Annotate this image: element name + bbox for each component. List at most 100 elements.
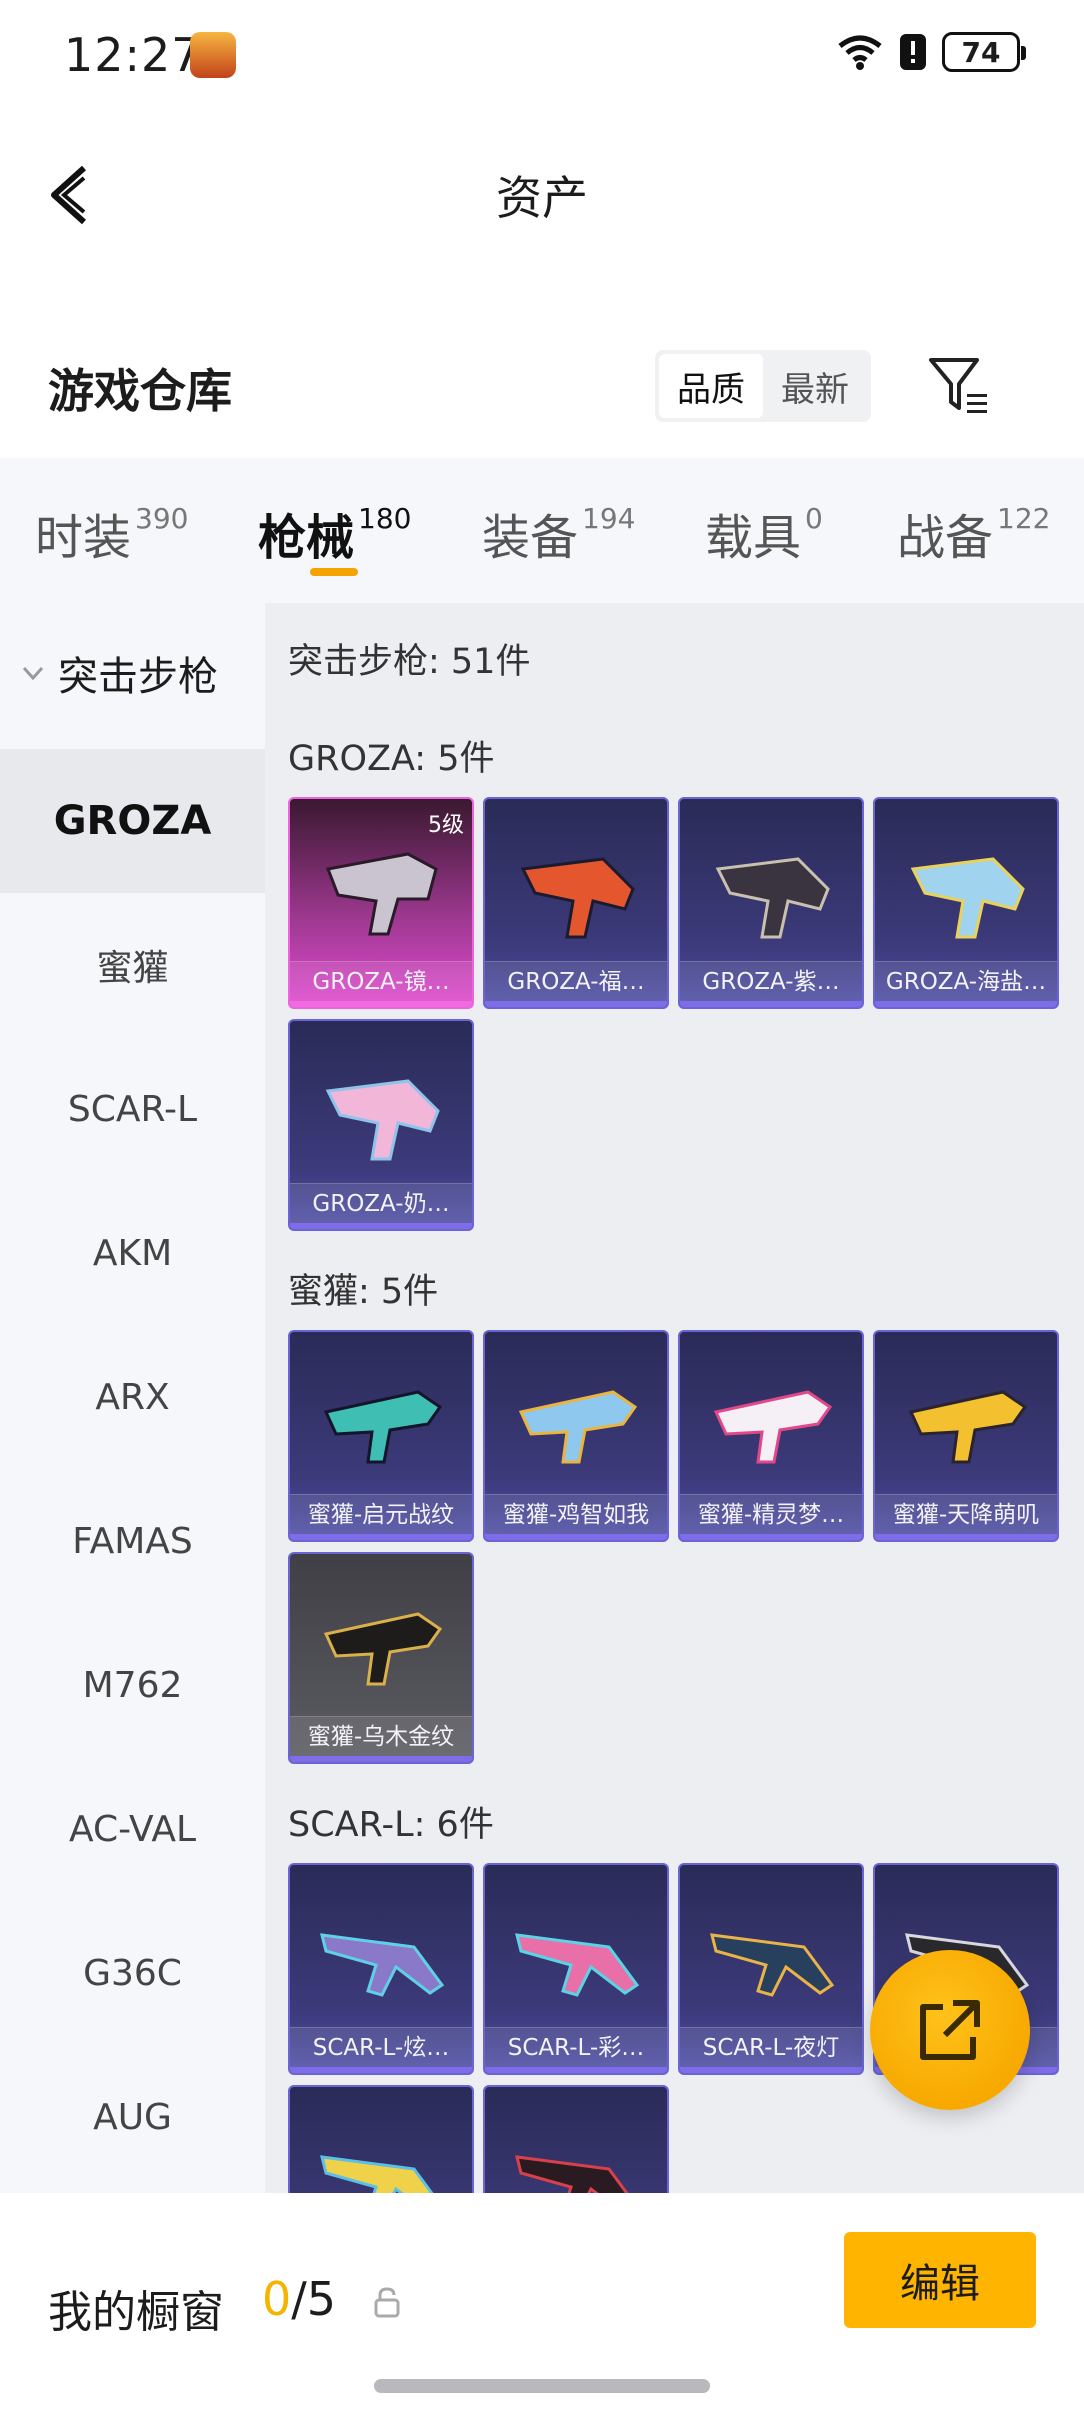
tab-guns[interactable]: 枪械 180 (258, 498, 411, 568)
rarity-bar (485, 2067, 667, 2073)
weapon-card[interactable]: 蜜獾-启元战纹 (288, 1330, 474, 1542)
sidebar-group-assault-rifle[interactable]: 突击步枪 (0, 633, 265, 713)
weapon-card[interactable] (483, 2085, 669, 2193)
status-icons: 74 (836, 32, 1026, 72)
sort-newest-button[interactable]: 最新 (763, 354, 867, 418)
weapon-card[interactable] (288, 2085, 474, 2193)
gun-icon (520, 857, 635, 939)
rarity-bar (680, 1001, 862, 1007)
sidebar-item-famas[interactable]: FAMAS (0, 1469, 265, 1613)
weapon-card[interactable]: SCAR-L-炫… (288, 1863, 474, 2075)
tab-supplies[interactable]: 战备 122 (897, 498, 1050, 568)
header: 资产 (0, 140, 1084, 250)
sidebar-item-aug[interactable]: AUG (0, 2045, 265, 2189)
weapon-name: 蜜獾-鸡智如我 (485, 1494, 667, 1534)
gun-icon (713, 1390, 833, 1464)
gun-icon (325, 1079, 440, 1161)
gun-icon (320, 2155, 434, 2193)
tab-count: 194 (582, 502, 636, 535)
weapon-name: GROZA-镜… (290, 961, 472, 1001)
weapon-name: GROZA-紫… (680, 961, 862, 1001)
section-title: 蜜獾: 5件 (288, 1272, 439, 1312)
lock-icon (374, 2287, 400, 2318)
weapon-name: GROZA-奶… (290, 1183, 472, 1223)
sidebar-item-scar-l[interactable]: SCAR-L (0, 1037, 265, 1181)
rarity-bar (290, 1534, 472, 1540)
tab-count: 122 (997, 502, 1051, 535)
showcase-count: 0/5 (262, 2272, 336, 2326)
weapon-card[interactable]: 蜜獾-天降萌叽 (873, 1330, 1059, 1542)
gun-icon (515, 2155, 629, 2193)
gun-icon (325, 852, 438, 936)
rarity-bar (290, 2067, 472, 2073)
rarity-bar (485, 1534, 667, 1540)
rarity-bar (485, 1001, 667, 1007)
rarity-bar (680, 2067, 862, 2073)
gun-icon (710, 1933, 835, 1997)
tab-count: 0 (805, 502, 823, 535)
weapon-name: SCAR-L-彩… (485, 2027, 667, 2067)
gun-icon (518, 1390, 638, 1464)
wifi-icon (838, 35, 882, 70)
edit-button[interactable]: 编辑 (844, 2232, 1036, 2328)
weapon-card[interactable]: GROZA-紫… (678, 797, 864, 1009)
weapon-name: 蜜獾-天降萌叽 (875, 1494, 1057, 1534)
weapon-card[interactable]: 蜜獾-精灵梦… (678, 1330, 864, 1542)
share-button[interactable] (870, 1950, 1030, 2110)
showcase-count-current: 0 (262, 2272, 292, 2326)
app-notification-icon (190, 32, 236, 78)
alert-icon (900, 34, 926, 70)
gun-icon (515, 1933, 640, 1997)
sidebar-item-ac-val[interactable]: AC-VAL (0, 1757, 265, 1901)
rarity-bar (875, 1001, 1057, 1007)
sidebar-item-m762[interactable]: M762 (0, 1613, 265, 1757)
sort-quality-button[interactable]: 品质 (659, 354, 763, 418)
weapon-card[interactable]: 蜜獾-鸡智如我 (483, 1330, 669, 1542)
weapon-name: GROZA-海盐… (875, 961, 1057, 1001)
showcase-count-total: /5 (291, 2272, 337, 2326)
weapon-card[interactable]: GROZA-奶… (288, 1019, 474, 1231)
category-title: 突击步枪: 51件 (288, 642, 531, 682)
sidebar-item-arx[interactable]: ARX (0, 1325, 265, 1469)
rarity-bar (290, 1223, 472, 1229)
chevron-down-icon (22, 666, 44, 681)
weapon-card[interactable]: SCAR-L-彩… (483, 1863, 669, 2075)
weapon-type-sidebar: 突击步枪 GROZA 蜜獾 SCAR-L AKM ARX FAMAS M762 … (0, 603, 265, 2193)
share-icon (920, 2000, 980, 2060)
sidebar-item-g36c[interactable]: G36C (0, 1901, 265, 2045)
tab-vehicles[interactable]: 载具 0 (705, 498, 823, 568)
tab-count: 390 (135, 502, 189, 535)
gun-icon (323, 1612, 443, 1686)
weapon-card[interactable]: 5级 GROZA-镜… (288, 797, 474, 1009)
battery-indicator: 74 (942, 32, 1026, 72)
filter-icon[interactable] (925, 352, 993, 420)
tab-label: 枪械 (258, 510, 355, 566)
warehouse-title: 游戏仓库 (48, 364, 232, 418)
weapon-name: SCAR-L-夜灯 (680, 2027, 862, 2067)
rarity-bar (680, 1534, 862, 1540)
sidebar-item-akm[interactable]: AKM (0, 1181, 265, 1325)
weapon-card[interactable]: 蜜獾-乌木金纹 (288, 1552, 474, 1764)
tab-equipment[interactable]: 装备 194 (482, 498, 635, 568)
weapon-name: SCAR-L-炫… (290, 2027, 472, 2067)
weapon-name: 蜜獾-启元战纹 (290, 1494, 472, 1534)
tab-indicator (310, 568, 358, 576)
section-title: SCAR-L: 6件 (288, 1805, 494, 1845)
gun-icon (715, 857, 830, 939)
sidebar-item-honeybadger[interactable]: 蜜獾 (0, 893, 265, 1037)
tab-label: 装备 (482, 510, 579, 566)
gun-icon (908, 1390, 1028, 1464)
gun-icon (320, 1933, 445, 1997)
status-bar: 12:27 74 (0, 0, 1084, 110)
showcase-title: 我的橱窗 (48, 2287, 224, 2338)
page-title: 资产 (496, 171, 588, 225)
rarity-bar (290, 1756, 472, 1762)
tab-fashion[interactable]: 时装 390 (35, 498, 188, 568)
home-indicator[interactable] (374, 2379, 710, 2393)
weapon-card[interactable]: GROZA-福… (483, 797, 669, 1009)
weapon-card[interactable]: GROZA-海盐… (873, 797, 1059, 1009)
sidebar-item-groza[interactable]: GROZA (0, 749, 265, 893)
weapon-card[interactable]: SCAR-L-夜灯 (678, 1863, 864, 2075)
tab-label: 载具 (705, 510, 802, 566)
tab-label: 时装 (35, 510, 132, 566)
